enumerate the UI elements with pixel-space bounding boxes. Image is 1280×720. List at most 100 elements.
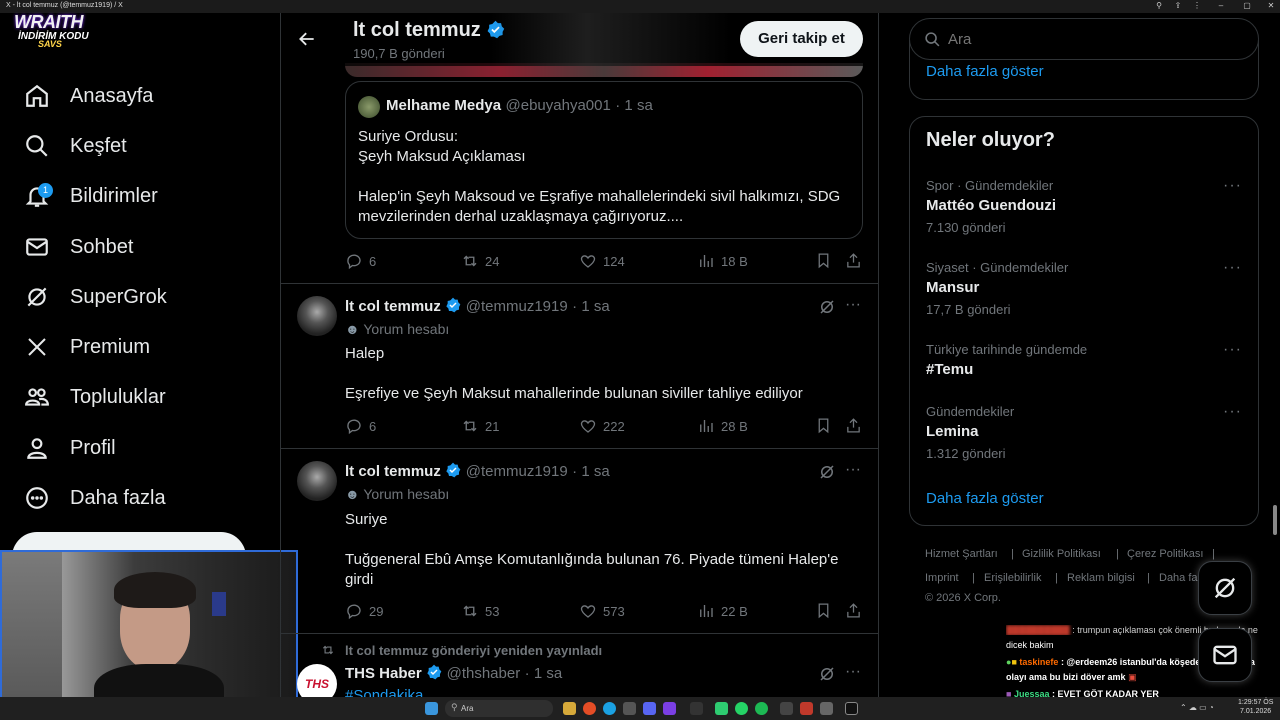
trend-item[interactable]: Spor · Gündemdekiler Mattéo Guendouzi 7.… xyxy=(926,178,1246,235)
edge-icon[interactable] xyxy=(603,702,616,715)
footer-link[interactable]: Çerez Politikası xyxy=(1127,548,1203,560)
show-more-link[interactable]: Daha fazla göster xyxy=(926,490,1044,507)
repost-button[interactable]: 24 xyxy=(461,252,499,270)
x-app-icon[interactable] xyxy=(845,702,858,715)
bookmark-button[interactable] xyxy=(815,252,832,269)
sidebar-item-explore[interactable]: Keşfet xyxy=(22,126,127,166)
sidebar-item-messages[interactable]: Sohbet xyxy=(22,227,133,267)
spotify-icon[interactable] xyxy=(755,702,768,715)
avatar[interactable]: THS xyxy=(297,664,337,697)
share-button[interactable] xyxy=(845,602,862,619)
grok-floating-button[interactable] xyxy=(1198,561,1252,615)
sidebar-item-label: Bildirimler xyxy=(70,184,158,207)
trend-item[interactable]: Siyaset · Gündemdekiler Mansur 17,7 B gö… xyxy=(926,260,1246,317)
messages-floating-button[interactable] xyxy=(1198,628,1252,682)
footer-link[interactable]: Hizmet Şartları xyxy=(925,548,998,560)
share-button[interactable] xyxy=(845,417,862,434)
menu-icon[interactable]: ⋮ xyxy=(1192,1,1202,11)
repost-button[interactable]: 53 xyxy=(461,602,499,620)
extensions-icon[interactable]: ⚲ xyxy=(1154,1,1164,11)
post-author-name[interactable]: lt col temmuz xyxy=(345,298,441,315)
footer-link[interactable]: Gizlilik Politikası xyxy=(1022,548,1101,560)
footer-link[interactable]: Imprint xyxy=(925,572,959,584)
windows-start-icon[interactable] xyxy=(425,702,438,715)
more-options-icon[interactable]: ··· xyxy=(1223,177,1242,195)
file-explorer-icon[interactable] xyxy=(563,702,576,715)
avatar[interactable] xyxy=(297,296,337,336)
share-button[interactable] xyxy=(845,252,862,269)
footer-link[interactable]: Erişilebilirlik xyxy=(984,572,1041,584)
footer-link[interactable]: Reklam bilgisi xyxy=(1067,572,1135,584)
like-button[interactable]: 124 xyxy=(579,252,625,270)
app-icon[interactable] xyxy=(820,702,833,715)
quoted-post[interactable]: Melhame Medya @ebuyahya001 · 1 sa Suriye… xyxy=(345,81,863,239)
views-icon xyxy=(700,605,713,617)
reply-button[interactable]: 29 xyxy=(345,602,383,620)
bookmark-button[interactable] xyxy=(815,602,832,619)
more-options-icon[interactable]: ··· xyxy=(845,296,861,314)
share-icon xyxy=(847,418,860,433)
sidebar-item-supergrok[interactable]: SuperGrok xyxy=(22,277,167,317)
views-button[interactable]: 28 B xyxy=(697,417,748,435)
account-label-text: Yorum hesabı xyxy=(363,321,450,337)
maximize-icon[interactable]: ▢ xyxy=(1242,1,1252,11)
sidebar-item-communities[interactable]: Topluluklar xyxy=(22,377,166,417)
more-options-icon[interactable]: ··· xyxy=(1223,403,1242,421)
streamer-logo: WRAITH İNDİRİM KODU SAVS xyxy=(14,12,98,58)
repost-count: 21 xyxy=(485,418,500,434)
reposted-post[interactable]: lt col temmuz gönderiyi yeniden yayınlad… xyxy=(281,634,878,697)
sidebar-item-more[interactable]: Daha fazla xyxy=(22,478,166,518)
app-icon[interactable] xyxy=(623,702,636,715)
app-icon[interactable] xyxy=(690,702,703,715)
more-options-icon[interactable]: ··· xyxy=(1223,341,1242,359)
reply-icon xyxy=(347,419,361,435)
post[interactable]: lt col temmuz @temmuz1919 · 1 sa ··· ☻ Y… xyxy=(281,449,878,634)
views-button[interactable]: 18 B xyxy=(697,252,748,270)
footer-separator: | xyxy=(1212,548,1215,560)
trend-item[interactable]: Gündemdekiler Lemina 1.312 gönderi xyxy=(926,404,1246,461)
share-icon[interactable]: ⇪ xyxy=(1173,1,1183,11)
footer-link[interactable]: Daha fa xyxy=(1159,572,1198,584)
like-button[interactable]: 222 xyxy=(579,417,625,435)
reply-button[interactable]: 6 xyxy=(345,417,376,435)
grok-icon[interactable] xyxy=(818,665,836,683)
follow-back-button[interactable]: Geri takip et xyxy=(740,21,863,57)
more-options-icon[interactable]: ··· xyxy=(1223,259,1242,277)
show-more-link-top[interactable]: Daha fazla göster xyxy=(926,63,1044,80)
post[interactable]: lt col temmuz @temmuz1919 · 1 sa ··· ☻ Y… xyxy=(281,284,878,449)
trend-item[interactable]: Türkiye tarihinde gündemde #Temu xyxy=(926,342,1246,378)
app-icon[interactable] xyxy=(663,702,676,715)
post-author-name[interactable]: THS Haber xyxy=(345,665,422,682)
sidebar-item-notifications[interactable]: 1 Bildirimler xyxy=(22,176,158,216)
taskbar-search[interactable]: ⚲ Ara xyxy=(445,700,553,717)
minimize-icon[interactable]: – xyxy=(1216,1,1226,11)
app-icon[interactable] xyxy=(800,702,813,715)
reply-button[interactable]: 6 xyxy=(345,252,376,270)
sidebar-item-profile[interactable]: Profil xyxy=(22,428,116,468)
close-icon[interactable]: ✕ xyxy=(1266,1,1276,11)
repost-note[interactable]: lt col temmuz gönderiyi yeniden yayınlad… xyxy=(345,643,602,658)
views-button[interactable]: 22 B xyxy=(697,602,748,620)
app-icon[interactable] xyxy=(780,702,793,715)
whatsapp-icon[interactable] xyxy=(735,702,748,715)
sidebar-item-premium[interactable]: Premium xyxy=(22,327,150,367)
bookmark-button[interactable] xyxy=(815,417,832,434)
bell-icon: 1 xyxy=(22,181,53,211)
app-icon[interactable] xyxy=(715,702,728,715)
chrome-icon[interactable] xyxy=(583,702,596,715)
sidebar-item-home[interactable]: Anasayfa xyxy=(22,76,153,116)
share-icon xyxy=(847,603,860,618)
hashtag-link[interactable]: #Sondakika xyxy=(345,686,423,697)
more-options-icon[interactable]: ··· xyxy=(845,461,861,479)
post-author-name[interactable]: lt col temmuz xyxy=(345,463,441,480)
repost-button[interactable]: 21 xyxy=(461,417,499,435)
back-arrow-icon[interactable] xyxy=(297,29,317,49)
avatar[interactable] xyxy=(297,461,337,501)
page-scrollbar-thumb[interactable] xyxy=(1273,505,1277,535)
like-button[interactable]: 573 xyxy=(579,602,625,620)
discord-icon[interactable] xyxy=(643,702,656,715)
tray-icons[interactable]: ⌃ ☁ ▭ ◔ xyxy=(1180,703,1214,712)
more-options-icon[interactable]: ··· xyxy=(845,663,861,681)
grok-icon[interactable] xyxy=(818,298,836,316)
grok-icon[interactable] xyxy=(818,463,836,481)
